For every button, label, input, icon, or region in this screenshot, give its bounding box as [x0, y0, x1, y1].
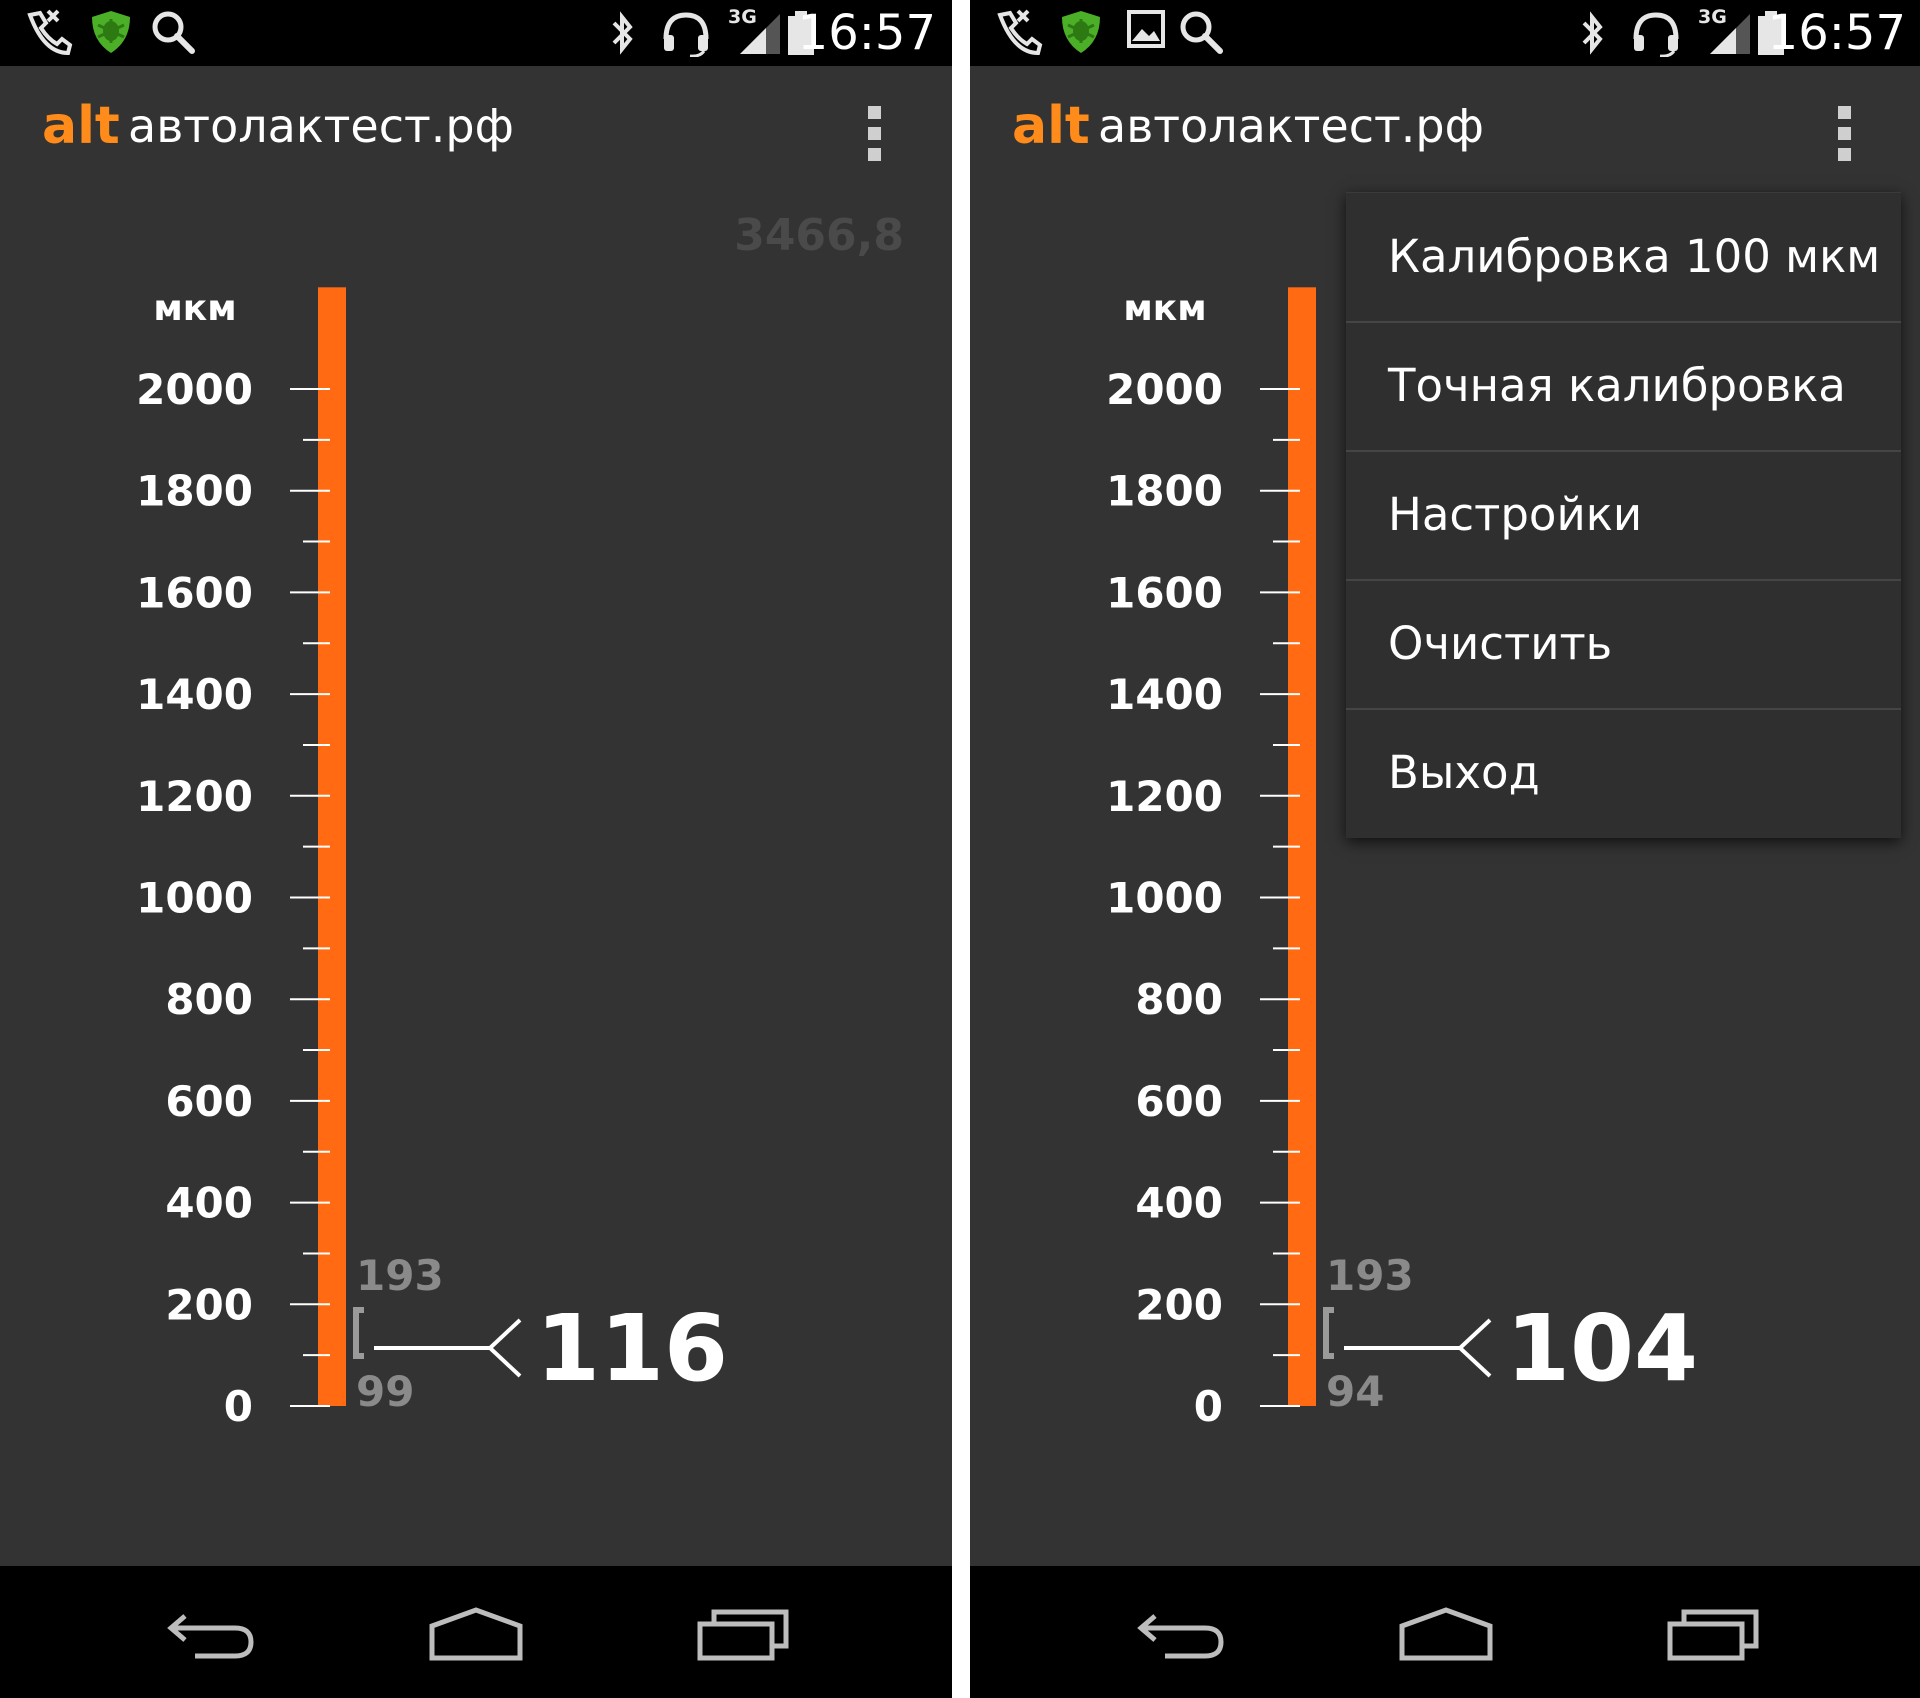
range-bracket	[353, 1307, 364, 1359]
current-reading: 116	[536, 1295, 728, 1402]
navigation-bar	[970, 1566, 1920, 1698]
thickness-gauge: 3466,8 мкм 2000 1800 1600 1400 1200 1000 800 600…	[0, 196, 952, 1566]
dot-icon	[1838, 127, 1851, 140]
bluetooth-icon	[1582, 11, 1603, 55]
phone-screen-right: 3G 16:57 alt автолактест.рф мкм 2000 1800 1…	[970, 0, 1920, 1698]
phone-missed-icon	[27, 9, 73, 55]
screens-separator	[952, 0, 970, 1698]
tick-label: 200	[165, 1280, 253, 1329]
tick-label: 1600	[136, 568, 253, 617]
image-icon	[1127, 10, 1165, 48]
headset-icon	[663, 12, 709, 57]
range-max-value: 193	[1326, 1251, 1414, 1300]
dot-icon	[1838, 106, 1851, 119]
action-bar: alt автолактест.рф	[970, 66, 1920, 196]
headset-icon	[1633, 12, 1679, 57]
tick-label: 1800	[1106, 467, 1223, 516]
range-min-value: 99	[356, 1367, 414, 1416]
bluetooth-icon	[612, 11, 633, 55]
tick-label: 1200	[136, 772, 253, 821]
home-icon[interactable]	[1398, 1606, 1494, 1662]
tick-label: 1400	[136, 670, 253, 719]
brand-logo: alt	[42, 96, 120, 156]
tick-label: 0	[1194, 1382, 1223, 1431]
range-max-value: 193	[356, 1251, 444, 1300]
tick-label: 1000	[1106, 874, 1223, 923]
tick-label: 1200	[1106, 772, 1223, 821]
tick-label: 400	[165, 1179, 253, 1228]
menu-item-clear[interactable]: Очистить	[1346, 580, 1901, 708]
shield-bug-icon	[1062, 11, 1100, 53]
status-time: 16:57	[797, 5, 936, 61]
tick-label: 0	[224, 1382, 253, 1431]
back-icon[interactable]	[165, 1606, 257, 1662]
dot-icon	[1838, 148, 1851, 161]
tick-label: 800	[165, 975, 253, 1024]
dot-icon	[868, 148, 881, 161]
shield-bug-icon	[92, 11, 130, 53]
navigation-bar	[0, 1566, 952, 1698]
home-icon[interactable]	[428, 1606, 524, 1662]
app-title: автолактест.рф	[1098, 99, 1484, 153]
signal-3g-icon: 3G	[728, 4, 788, 58]
status-bar: 3G 16:57	[0, 0, 952, 66]
status-bar: 3G 16:57	[970, 0, 1920, 66]
current-reading: 104	[1506, 1295, 1698, 1402]
phone-missed-icon	[997, 9, 1043, 55]
brand-logo: alt	[1012, 96, 1090, 156]
search-icon	[152, 11, 195, 54]
gauge-scale: мкм2000180016001400120010008006004002000…	[136, 287, 728, 1431]
menu-item-calibration-100[interactable]: Калибровка 100 мкм	[1346, 193, 1901, 321]
range-bracket	[1323, 1307, 1334, 1359]
search-icon	[1180, 11, 1223, 54]
unit-label: мкм	[153, 288, 236, 329]
overflow-menu: Калибровка 100 мкм Точная калибровка Нас…	[1346, 192, 1901, 838]
range-min-value: 94	[1326, 1367, 1384, 1416]
back-icon[interactable]	[1135, 1606, 1227, 1662]
tick-label: 1600	[1106, 568, 1223, 617]
menu-item-settings[interactable]: Настройки	[1346, 451, 1901, 579]
overflow-menu-button[interactable]	[1824, 102, 1864, 166]
recents-icon[interactable]	[1666, 1606, 1762, 1662]
recents-icon[interactable]	[696, 1606, 792, 1662]
app-title: автолактест.рф	[128, 99, 514, 153]
tick-label: 400	[1135, 1179, 1223, 1228]
tick-label: 1400	[1106, 670, 1223, 719]
tick-label: 2000	[136, 365, 253, 414]
tick-label: 1800	[136, 467, 253, 516]
unit-label: мкм	[1123, 288, 1206, 329]
tick-label: 600	[1135, 1077, 1223, 1126]
tick-label: 1000	[136, 874, 253, 923]
signal-3g-icon: 3G	[1698, 4, 1758, 58]
dot-icon	[868, 106, 881, 119]
tick-label: 800	[1135, 975, 1223, 1024]
tick-label: 200	[1135, 1280, 1223, 1329]
menu-item-precise-calibration[interactable]: Точная калибровка	[1346, 322, 1901, 450]
overflow-menu-button[interactable]	[854, 102, 894, 166]
tick-label: 600	[165, 1077, 253, 1126]
status-time: 16:57	[1767, 5, 1906, 61]
menu-item-exit[interactable]: Выход	[1346, 709, 1901, 837]
tick-label: 2000	[1106, 365, 1223, 414]
phone-screen-left: 3G 16:57 alt автолактест.рф 3466,8 мкм 20…	[0, 0, 952, 1698]
dot-icon	[868, 127, 881, 140]
action-bar: alt автолактест.рф	[0, 66, 952, 196]
